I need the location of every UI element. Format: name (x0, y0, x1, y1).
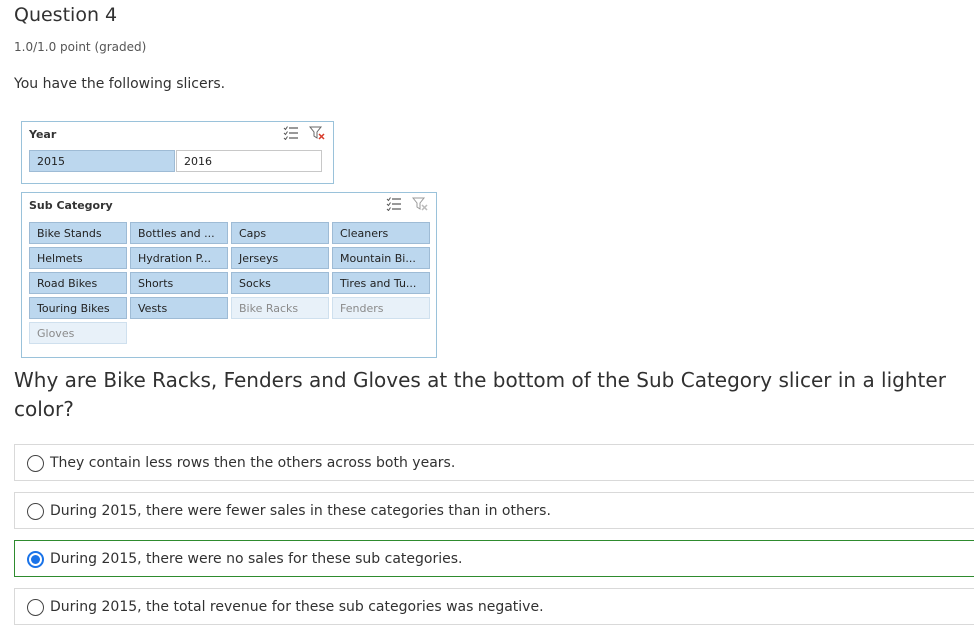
sub-category-slicer-item[interactable]: Hydration P... (130, 247, 228, 269)
question-prompt: Why are Bike Racks, Fenders and Gloves a… (14, 368, 946, 421)
answer-option[interactable]: During 2015, there were fewer sales in t… (14, 492, 974, 529)
multi-select-icon (386, 197, 401, 211)
radio-button[interactable] (27, 551, 44, 568)
year-slicer: Year 2015 2016 (21, 121, 334, 184)
sub-category-slicer-item[interactable]: Mountain Bi... (332, 247, 430, 269)
sub-category-slicer-item[interactable]: Cleaners (332, 222, 430, 244)
sub-category-slicer-item[interactable]: Helmets (29, 247, 127, 269)
sub-category-slicer: Sub Category Bike Stands Bottles and ... C… (21, 192, 437, 358)
sub-category-slicer-item[interactable]: Vests (130, 297, 228, 319)
sub-category-slicer-item[interactable]: Socks (231, 272, 329, 294)
multi-select-icon (283, 126, 298, 140)
slicer-tools (283, 126, 325, 140)
sub-category-slicer-item[interactable]: Touring Bikes (29, 297, 127, 319)
sub-category-slicer-item[interactable]: Bottles and ... (130, 222, 228, 244)
sub-category-slicer-item[interactable]: Gloves (29, 322, 127, 344)
sub-category-slicer-item[interactable]: Road Bikes (29, 272, 127, 294)
clear-filter-icon (412, 197, 428, 211)
answer-option-label: During 2015, there were fewer sales in t… (50, 503, 551, 519)
slicer-header: Sub Category (29, 199, 113, 212)
answer-option[interactable]: During 2015, there were no sales for the… (14, 540, 974, 577)
year-slicer-item[interactable]: 2015 (29, 150, 175, 172)
sub-category-slicer-item[interactable]: Caps (231, 222, 329, 244)
radio-button[interactable] (27, 503, 44, 520)
sub-category-slicer-item[interactable]: Tires and Tu... (332, 272, 430, 294)
slicer-tools (386, 197, 428, 211)
answer-option-label: During 2015, the total revenue for these… (50, 599, 544, 615)
radio-button[interactable] (27, 599, 44, 616)
slicer-header: Year (29, 128, 57, 141)
question-points: 1.0/1.0 point (graded) (14, 40, 147, 54)
question-intro: You have the following slicers. (14, 76, 226, 92)
radio-button[interactable] (27, 455, 44, 472)
answer-option[interactable]: They contain less rows then the others a… (14, 444, 974, 481)
clear-filter-icon (309, 126, 325, 140)
question-title: Question 4 (14, 4, 118, 26)
sub-category-slicer-item[interactable]: Bike Racks (231, 297, 329, 319)
sub-category-slicer-item[interactable]: Shorts (130, 272, 228, 294)
sub-category-slicer-item[interactable]: Bike Stands (29, 222, 127, 244)
sub-category-slicer-item[interactable]: Jerseys (231, 247, 329, 269)
answer-option[interactable]: During 2015, the total revenue for these… (14, 588, 974, 625)
year-slicer-item[interactable]: 2016 (176, 150, 322, 172)
answer-option-label: They contain less rows then the others a… (50, 455, 456, 471)
answer-option-label: During 2015, there were no sales for the… (50, 551, 463, 567)
sub-category-slicer-item[interactable]: Fenders (332, 297, 430, 319)
